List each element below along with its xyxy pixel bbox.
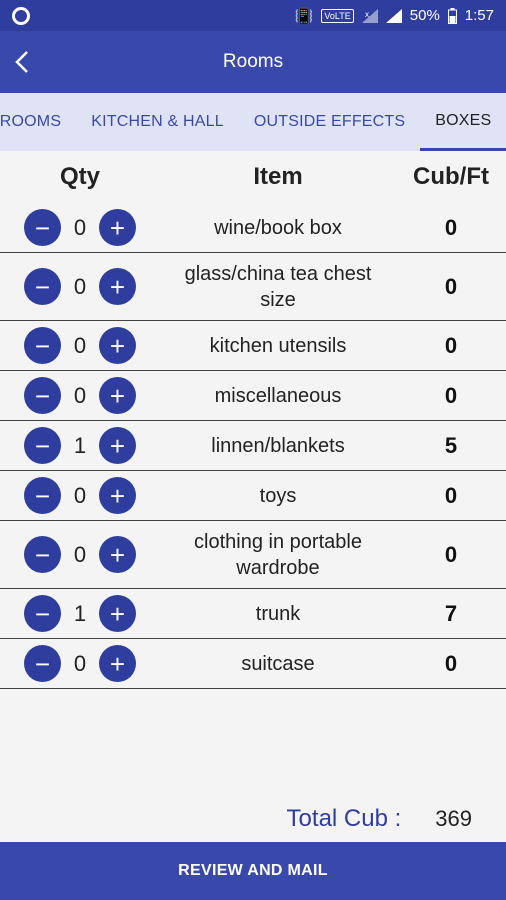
- item-name: kitchen utensils: [209, 334, 347, 357]
- table-row: −1 + trunk 7: [0, 589, 506, 639]
- qty-stepper: −1 +: [0, 427, 160, 464]
- cub-ft-value: 0: [444, 382, 458, 408]
- qty-value: 0: [73, 482, 87, 508]
- item-name: clothing in portable wardrobe: [194, 530, 362, 579]
- app-bar: Rooms: [0, 31, 506, 93]
- item-name: toys: [259, 484, 297, 507]
- increment-button[interactable]: +: [99, 327, 136, 364]
- increment-button[interactable]: +: [99, 427, 136, 464]
- back-button[interactable]: [2, 31, 42, 93]
- battery-text: 50%: [409, 7, 440, 24]
- table-row: −0 + clothing in portable wardrobe 0: [0, 521, 506, 589]
- tab-kitchen-hall[interactable]: KITCHEN & HALL: [76, 93, 239, 151]
- table-row: −0 + miscellaneous 0: [0, 371, 506, 421]
- header-cub: Cub/Ft: [413, 163, 489, 190]
- increment-button[interactable]: +: [99, 536, 136, 573]
- header-item: Item: [253, 163, 303, 190]
- svg-text:x: x: [365, 10, 369, 19]
- chevron-left-icon: [15, 51, 28, 73]
- cub-ft-value: 0: [444, 482, 458, 508]
- volte-icon: VoLTE: [321, 8, 354, 23]
- status-bar: 📳 VoLTE x 50% 1:57: [0, 0, 506, 31]
- table-row: −0 + wine/book box 0: [0, 203, 506, 253]
- tab-bar: DROOMS KITCHEN & HALL OUTSIDE EFFECTS BO…: [0, 93, 506, 151]
- total-value: 369: [435, 806, 472, 831]
- cub-ft-value: 0: [444, 541, 458, 567]
- item-name: suitcase: [241, 652, 315, 675]
- clock: 1:57: [464, 7, 494, 24]
- cub-ft-value: 0: [444, 650, 458, 676]
- vibrate-icon: 📳: [294, 7, 314, 25]
- qty-stepper: −0 +: [0, 268, 160, 305]
- decrement-button[interactable]: −: [24, 377, 61, 414]
- item-name: glass/china tea chest size: [184, 262, 372, 311]
- qty-stepper: −0 +: [0, 377, 160, 414]
- table-row: −0 + kitchen utensils 0: [0, 321, 506, 371]
- increment-button[interactable]: +: [99, 377, 136, 414]
- qty-stepper: −0 +: [0, 327, 160, 364]
- item-name: linnen/blankets: [211, 434, 345, 457]
- increment-button[interactable]: +: [99, 209, 136, 246]
- cub-ft-value: 7: [444, 600, 458, 626]
- decrement-button[interactable]: −: [24, 427, 61, 464]
- decrement-button[interactable]: −: [24, 477, 61, 514]
- table-row: −1 + linnen/blankets 5: [0, 421, 506, 471]
- qty-value: 1: [73, 432, 87, 458]
- decrement-button[interactable]: −: [24, 536, 61, 573]
- table-row: −0 + toys 0: [0, 471, 506, 521]
- qty-stepper: −0 +: [0, 536, 160, 573]
- qty-value: 0: [73, 332, 87, 358]
- qty-stepper: −0 +: [0, 645, 160, 682]
- qty-value: 0: [73, 273, 87, 299]
- battery-icon: [447, 7, 457, 24]
- signal-off-icon: x: [361, 8, 378, 23]
- header-qty: Qty: [59, 163, 100, 190]
- table-header: Qty Item Cub/Ft: [0, 151, 506, 203]
- increment-button[interactable]: +: [99, 477, 136, 514]
- tab-outside-effects[interactable]: OUTSIDE EFFECTS: [239, 93, 420, 151]
- page-title: Rooms: [222, 51, 284, 72]
- increment-button[interactable]: +: [99, 595, 136, 632]
- increment-button[interactable]: +: [99, 268, 136, 305]
- item-name: miscellaneous: [214, 384, 342, 407]
- total-section: Total Cub : 369: [287, 805, 472, 833]
- decrement-button[interactable]: −: [24, 209, 61, 246]
- review-and-mail-button[interactable]: REVIEW AND MAIL: [0, 842, 506, 900]
- decrement-button[interactable]: −: [24, 268, 61, 305]
- qty-stepper: −0 +: [0, 209, 160, 246]
- cub-ft-value: 0: [444, 273, 458, 299]
- qty-value: 0: [73, 214, 87, 240]
- tab-bedrooms[interactable]: DROOMS: [0, 93, 76, 151]
- tab-boxes[interactable]: BOXES: [420, 93, 506, 151]
- table-row: −0 + suitcase 0: [0, 639, 506, 689]
- status-icons: 📳 VoLTE x 50% 1:57: [295, 7, 494, 25]
- qty-stepper: −1 +: [0, 595, 160, 632]
- qty-stepper: −0 +: [0, 477, 160, 514]
- decrement-button[interactable]: −: [24, 595, 61, 632]
- cub-ft-value: 0: [444, 332, 458, 358]
- cub-ft-value: 5: [444, 432, 458, 458]
- increment-button[interactable]: +: [99, 645, 136, 682]
- qty-value: 0: [73, 382, 87, 408]
- table-row: −0 + glass/china tea chest size 0: [0, 253, 506, 321]
- qty-value: 1: [73, 600, 87, 626]
- item-list: −0 + wine/book box 0−0 + glass/china tea ches…: [0, 203, 506, 689]
- item-name: trunk: [255, 602, 301, 625]
- total-label: Total Cub :: [286, 805, 402, 832]
- qty-value: 0: [73, 650, 87, 676]
- qty-value: 0: [73, 541, 87, 567]
- signal-icon: [385, 8, 402, 23]
- decrement-button[interactable]: −: [24, 327, 61, 364]
- decrement-button[interactable]: −: [24, 645, 61, 682]
- cub-ft-value: 0: [444, 214, 458, 240]
- notification-icon: [12, 6, 30, 25]
- item-name: wine/book box: [214, 216, 342, 239]
